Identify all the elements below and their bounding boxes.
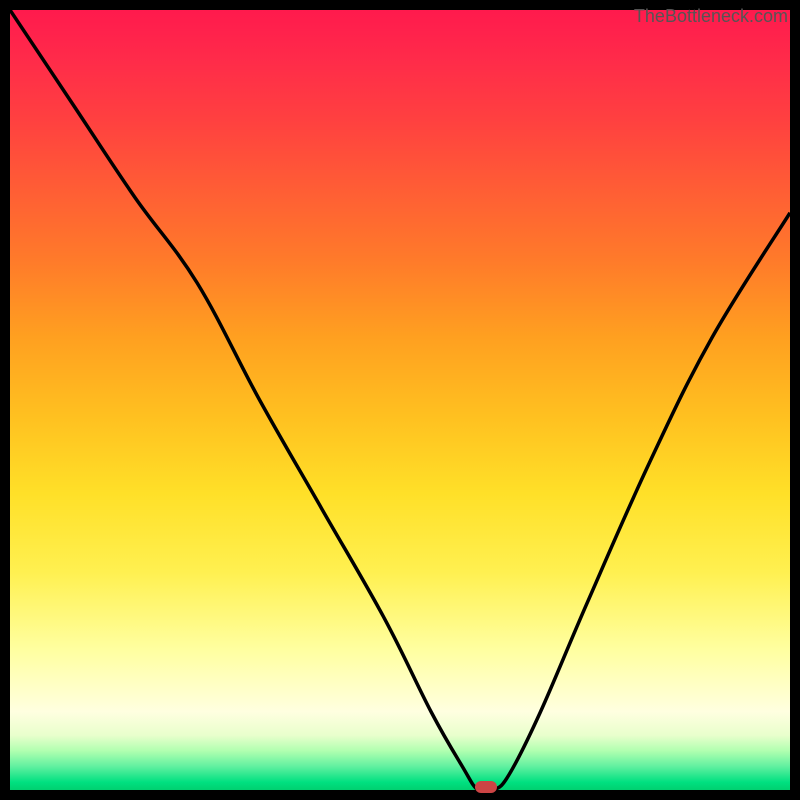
watermark-text: TheBottleneck.com [634, 6, 788, 27]
plot-area [10, 10, 790, 790]
chart-container: TheBottleneck.com [0, 0, 800, 800]
curve-svg [10, 10, 790, 790]
minimum-marker [475, 781, 497, 793]
bottleneck-curve [10, 10, 790, 790]
